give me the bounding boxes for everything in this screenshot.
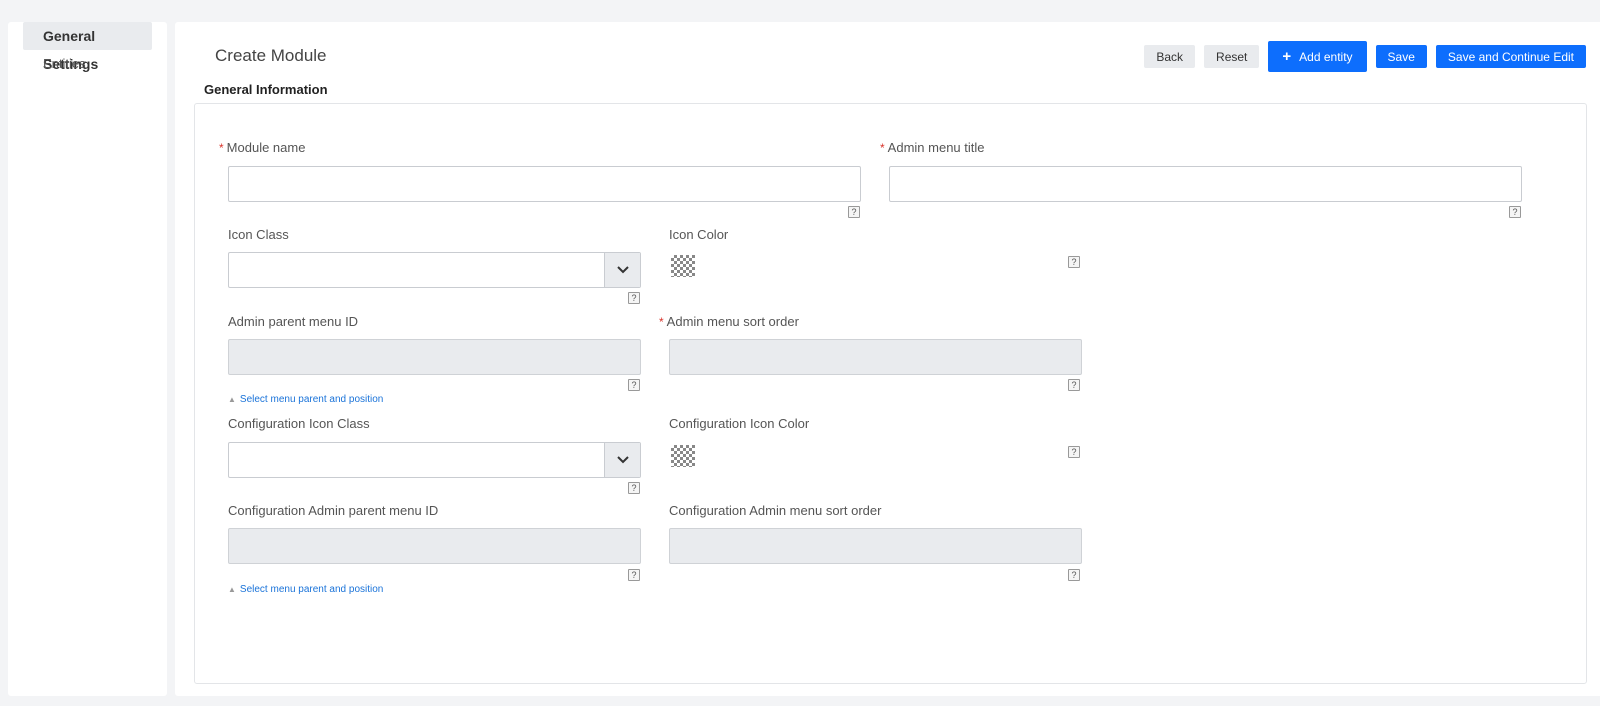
config-icon-class-label: Configuration Icon Class	[228, 416, 370, 431]
triangle-up-icon: ▲	[228, 395, 236, 404]
add-entity-button[interactable]: + Add entity	[1268, 41, 1367, 72]
config-icon-color-label: Configuration Icon Color	[669, 416, 810, 431]
section-title: General Information	[204, 82, 328, 97]
config-icon-class-select[interactable]	[228, 442, 641, 478]
required-marker: *	[880, 141, 885, 155]
general-info-panel: * Module name ? * Admin menu title ? Icon …	[194, 103, 1587, 684]
config-admin-parent-menu-id-label: Configuration Admin parent menu ID	[228, 503, 439, 518]
config-icon-color-picker[interactable]	[671, 445, 695, 467]
required-marker: *	[219, 141, 224, 155]
admin-menu-sort-order-input[interactable]	[669, 339, 1082, 375]
help-icon[interactable]: ?	[1068, 446, 1080, 458]
config-admin-menu-sort-order-label: Configuration Admin menu sort order	[669, 503, 882, 518]
icon-class-label: Icon Class	[228, 227, 289, 242]
save-and-continue-button[interactable]: Save and Continue Edit	[1435, 45, 1586, 68]
reset-button[interactable]: Reset	[1204, 45, 1260, 68]
admin-menu-title-input[interactable]	[889, 166, 1522, 202]
module-name-input[interactable]	[228, 166, 861, 202]
icon-class-select[interactable]	[228, 252, 641, 288]
select-menu-parent-link[interactable]: ▲ Select menu parent and position	[228, 394, 383, 405]
sidebar: General Settings Entities	[8, 22, 167, 696]
help-icon[interactable]: ?	[628, 482, 640, 494]
admin-menu-sort-order-label: * Admin menu sort order	[659, 314, 799, 329]
help-icon[interactable]: ?	[848, 206, 860, 218]
config-admin-parent-menu-id-input[interactable]	[228, 528, 641, 564]
back-button[interactable]: Back	[1144, 45, 1196, 68]
help-icon[interactable]: ?	[1068, 379, 1080, 391]
help-icon[interactable]: ?	[1068, 256, 1080, 268]
save-button[interactable]: Save	[1375, 45, 1427, 68]
admin-parent-menu-id-label: Admin parent menu ID	[228, 314, 359, 329]
main-content: Create Module Back Reset + Add entity Sav…	[175, 22, 1600, 696]
chevron-down-icon	[604, 253, 640, 287]
triangle-up-icon: ▲	[228, 585, 236, 594]
help-icon[interactable]: ?	[628, 292, 640, 304]
help-icon[interactable]: ?	[628, 379, 640, 391]
help-icon[interactable]: ?	[628, 569, 640, 581]
sidebar-item-general-settings[interactable]: General Settings	[23, 22, 152, 72]
help-icon[interactable]: ?	[1068, 569, 1080, 581]
chevron-down-icon	[604, 443, 640, 477]
admin-parent-menu-id-input[interactable]	[228, 339, 641, 375]
toolbar: Back Reset + Add entity Save Save and Con…	[1144, 41, 1586, 72]
icon-color-label: Icon Color	[669, 227, 729, 242]
plus-icon: +	[1282, 48, 1292, 65]
add-entity-label: Add entity	[1299, 50, 1353, 64]
help-icon[interactable]: ?	[1509, 206, 1521, 218]
required-marker: *	[659, 315, 664, 329]
admin-menu-title-label: * Admin menu title	[880, 140, 985, 155]
icon-color-picker[interactable]	[671, 255, 695, 277]
module-name-label: * Module name	[219, 140, 306, 155]
select-menu-parent-link[interactable]: ▲ Select menu parent and position	[228, 584, 383, 595]
config-admin-menu-sort-order-input[interactable]	[669, 528, 1082, 564]
page-title: Create Module	[215, 46, 327, 65]
